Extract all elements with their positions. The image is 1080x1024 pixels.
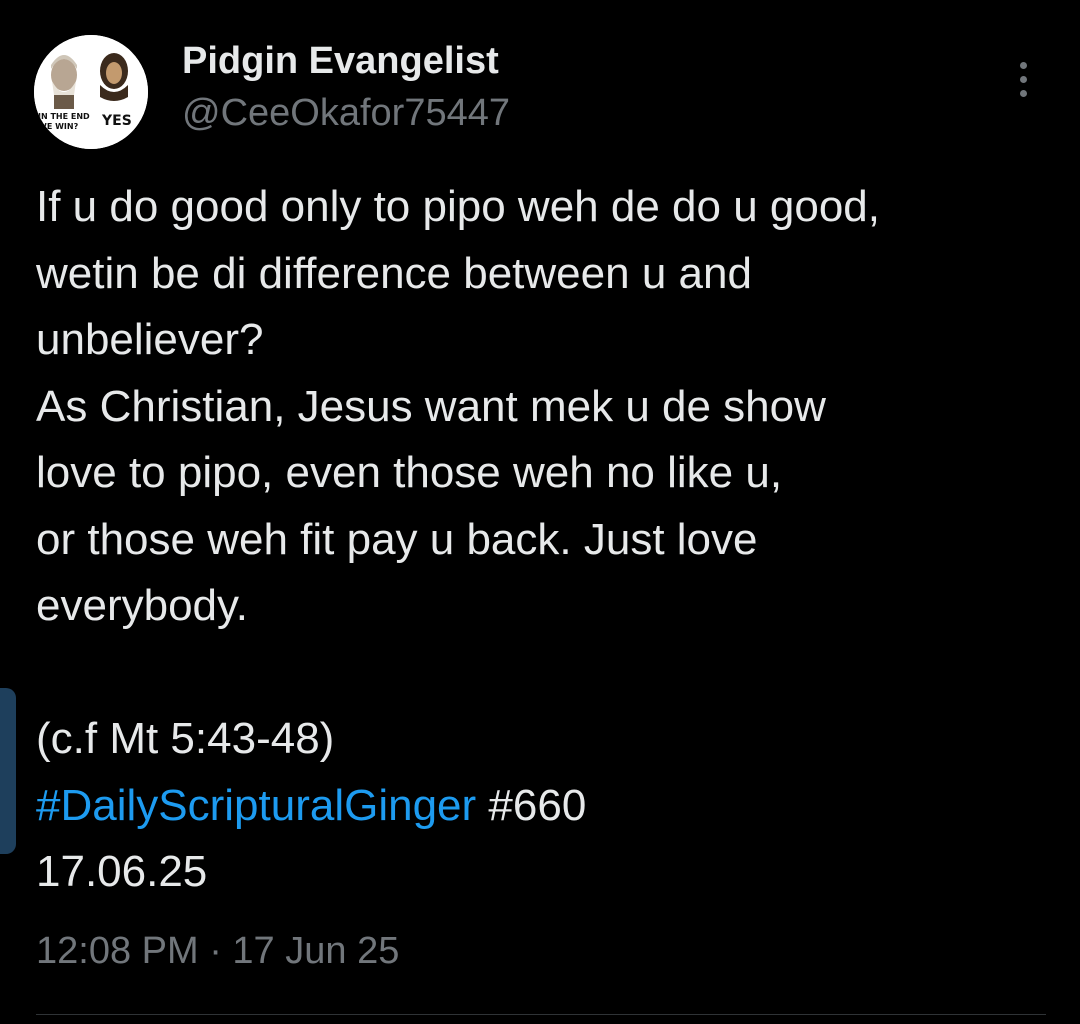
tweet-hashtag-line: #DailyScripturalGinger #660 bbox=[36, 773, 1066, 840]
tweet-line: everybody. bbox=[36, 581, 248, 630]
avatar-left-caption-2: WE WIN? bbox=[38, 122, 79, 131]
tweet-line-reference: (c.f Mt 5:43-48) bbox=[36, 714, 335, 763]
tweet-line: As Christian, Jesus want mek u de show bbox=[36, 381, 826, 431]
tweet-line: love to pipo, even those weh no like u, bbox=[36, 448, 783, 497]
more-options-button[interactable] bbox=[1006, 60, 1042, 100]
more-vertical-icon-dot-3 bbox=[1020, 90, 1027, 97]
side-scroll-tab[interactable] bbox=[0, 688, 16, 854]
more-vertical-icon bbox=[1020, 62, 1027, 69]
author-name[interactable]: Pidgin Evangelist bbox=[182, 40, 499, 83]
more-vertical-icon-dot-2 bbox=[1020, 76, 1027, 83]
post-timestamp[interactable]: 12:08 PM · 17 Jun 25 bbox=[36, 930, 399, 973]
divider bbox=[36, 1014, 1046, 1015]
tweet: IN THE END WE WIN? YES Pidgin Evangelist… bbox=[0, 0, 1080, 1024]
post-number-tag: #660 bbox=[488, 780, 587, 830]
avatar-image: IN THE END WE WIN? YES bbox=[34, 35, 148, 149]
hashtag-link[interactable]: #DailyScripturalGinger bbox=[36, 781, 476, 830]
tweet-line: If u do good only to pipo weh de do u go… bbox=[36, 182, 880, 231]
tweet-line: unbeliever? bbox=[36, 315, 264, 364]
tweet-line: wetin be di difference between u and bbox=[36, 248, 752, 298]
avatar-right-caption: YES bbox=[101, 113, 132, 129]
tweet-body: If u do good only to pipo weh de do u go… bbox=[36, 174, 1066, 906]
author-handle[interactable]: @CeeOkafor75447 bbox=[182, 92, 510, 135]
avatar-left-caption-1: IN THE END bbox=[38, 112, 90, 121]
tweet-date-line: 17.06.25 bbox=[36, 847, 208, 896]
tweet-line: or those weh fit pay u back. Just love bbox=[36, 514, 758, 564]
avatar[interactable]: IN THE END WE WIN? YES bbox=[34, 35, 148, 149]
